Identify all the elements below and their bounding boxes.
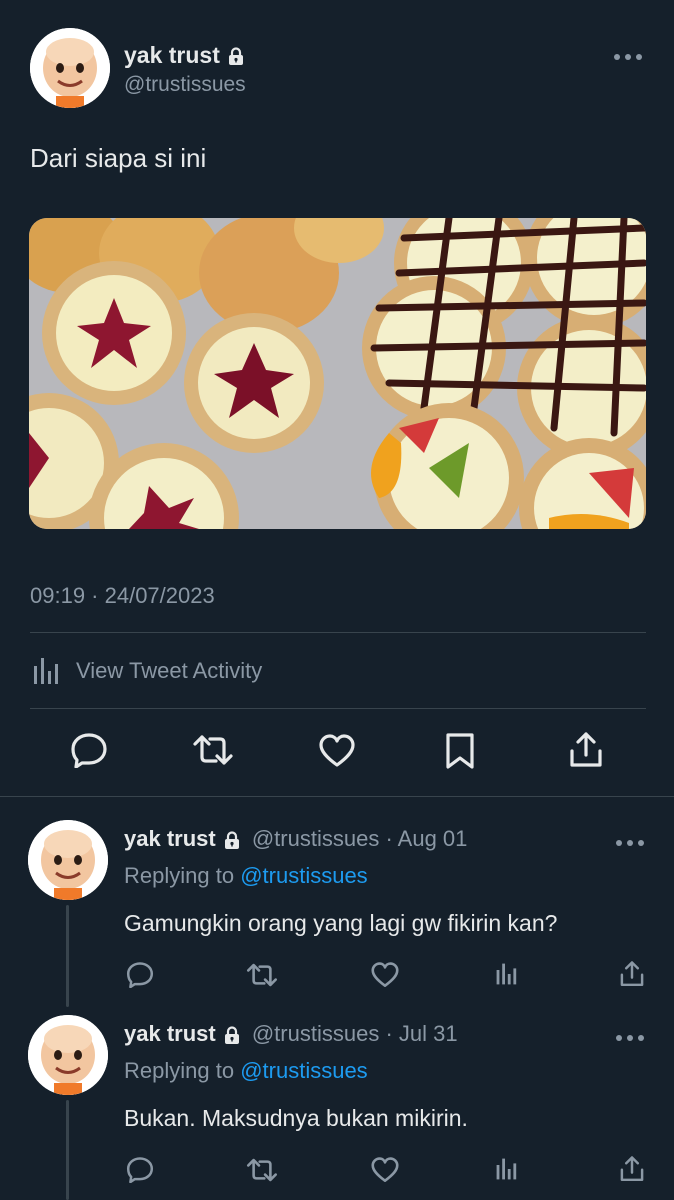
- avatar[interactable]: [28, 1015, 108, 1095]
- handle[interactable]: @trustissues: [252, 1021, 379, 1046]
- avatar[interactable]: [28, 820, 108, 900]
- analytics-icon: [34, 658, 58, 684]
- share-icon: [570, 732, 602, 767]
- section-divider: [0, 796, 674, 797]
- retweet-button[interactable]: [192, 733, 234, 767]
- share-button[interactable]: [619, 960, 645, 988]
- thread-line: [66, 1100, 69, 1200]
- analytics-button[interactable]: [495, 962, 519, 986]
- reply-header[interactable]: yak trust @trustissues · Aug 01: [124, 826, 467, 852]
- share-icon: [620, 961, 644, 987]
- replying-to: Replying to @trustissues: [124, 863, 368, 889]
- bookmark-icon: [446, 733, 474, 769]
- reply-button[interactable]: [126, 961, 154, 988]
- tweet-media[interactable]: [29, 218, 646, 529]
- reply-date[interactable]: · Aug 01: [385, 826, 467, 851]
- bookmark-button[interactable]: [445, 732, 475, 770]
- lock-icon: [228, 47, 243, 66]
- like-button[interactable]: [370, 1157, 400, 1183]
- reply-date[interactable]: · Jul 31: [385, 1021, 457, 1046]
- replying-to-label: Replying to: [124, 1058, 235, 1083]
- tweet-text: Dari siapa si ini: [30, 143, 207, 173]
- lock-icon: [224, 831, 239, 849]
- tweet-timestamp[interactable]: 09:19 · 24/07/2023: [30, 583, 215, 609]
- heart-icon: [371, 962, 399, 988]
- reply-header[interactable]: yak trust @trustissues · Jul 31: [124, 1021, 458, 1047]
- reply-text: Gamungkin orang yang lagi gw fikirin kan…: [124, 910, 558, 936]
- more-horizontal-icon[interactable]: [612, 44, 644, 66]
- display-name-text[interactable]: yak trust: [124, 42, 220, 68]
- display-name[interactable]: yak trust: [124, 826, 216, 851]
- lock-icon: [224, 1026, 239, 1044]
- reply-button[interactable]: [70, 732, 108, 768]
- thread-line: [66, 905, 69, 1007]
- display-name[interactable]: yak trust: [124, 1021, 216, 1046]
- more-horizontal-icon[interactable]: [614, 835, 646, 853]
- replying-to-label: Replying to: [124, 863, 235, 888]
- analytics-icon: [496, 963, 517, 985]
- replying-to-handle[interactable]: @trustissues: [240, 863, 367, 888]
- replying-to-handle[interactable]: @trustissues: [240, 1058, 367, 1083]
- view-tweet-activity[interactable]: View Tweet Activity: [32, 653, 262, 689]
- reply-icon: [71, 733, 107, 768]
- analytics-button[interactable]: [495, 1157, 519, 1181]
- like-button[interactable]: [370, 962, 400, 988]
- reply-icon: [126, 962, 154, 988]
- share-button[interactable]: [568, 731, 604, 769]
- retweet-icon: [246, 963, 278, 987]
- pastry-photo: [29, 218, 646, 529]
- retweet-icon: [246, 1158, 278, 1182]
- more-horizontal-icon[interactable]: [614, 1030, 646, 1048]
- avatar[interactable]: [30, 28, 110, 108]
- share-icon: [620, 1156, 644, 1182]
- display-name[interactable]: yak trust: [124, 42, 244, 69]
- handle[interactable]: @trustissues: [252, 826, 379, 851]
- divider: [30, 632, 646, 633]
- divider: [30, 708, 646, 709]
- reply-text: Bukan. Maksudnya bukan mikirin.: [124, 1105, 468, 1131]
- retweet-button[interactable]: [246, 1157, 278, 1183]
- like-button[interactable]: [318, 734, 356, 768]
- share-button[interactable]: [619, 1155, 645, 1183]
- heart-icon: [319, 734, 355, 767]
- handle[interactable]: @trustissues: [124, 73, 246, 97]
- retweet-button[interactable]: [246, 962, 278, 988]
- reply-button[interactable]: [126, 1156, 154, 1183]
- view-tweet-activity-label: View Tweet Activity: [76, 658, 263, 683]
- heart-icon: [371, 1157, 399, 1183]
- retweet-icon: [193, 735, 233, 765]
- analytics-icon: [496, 1158, 517, 1180]
- replying-to: Replying to @trustissues: [124, 1058, 368, 1084]
- reply-icon: [126, 1157, 154, 1183]
